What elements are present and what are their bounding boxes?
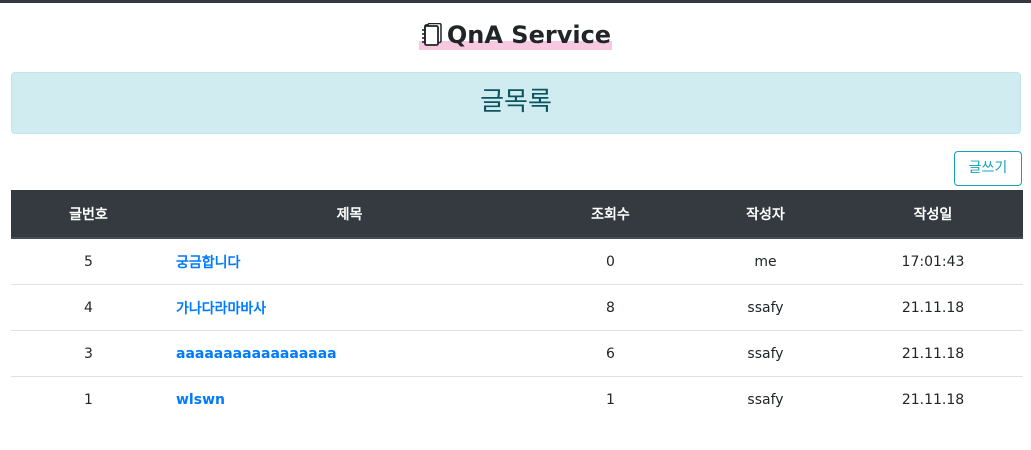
post-author: ssafy <box>688 330 843 377</box>
notebook-icon <box>421 22 442 46</box>
column-header-views: 조회수 <box>533 190 688 239</box>
page-title-text: QnA Service <box>446 21 612 49</box>
post-date: 21.11.18 <box>843 376 1023 422</box>
page-title[interactable]: QnA Service <box>418 20 613 50</box>
table-row: 1 wlswn 1 ssafy 21.11.18 <box>11 376 1023 422</box>
column-header-subject: 제목 <box>166 190 533 239</box>
column-header-no: 글번호 <box>11 190 166 239</box>
list-banner: 글목록 <box>11 72 1021 134</box>
post-number: 1 <box>11 376 166 422</box>
page-header: QnA Service <box>0 3 1031 61</box>
column-header-author: 작성자 <box>688 190 843 239</box>
post-number: 4 <box>11 284 166 331</box>
column-header-date: 작성일 <box>843 190 1023 239</box>
post-subject-link[interactable]: wlswn <box>176 392 225 408</box>
post-subject-link[interactable]: aaaaaaaaaaaaaaaaa <box>176 346 337 362</box>
post-number: 3 <box>11 330 166 377</box>
post-subject-link[interactable]: 가나다라마바사 <box>176 301 266 317</box>
table-header-row: 글번호 제목 조회수 작성자 작성일 <box>11 190 1023 239</box>
post-date: 17:01:43 <box>901 253 965 270</box>
post-author: ssafy <box>688 284 843 331</box>
post-views: 6 <box>533 330 688 377</box>
table-row: 4 가나다라마바사 8 ssafy 21.11.18 <box>11 284 1023 331</box>
table-row: 5 궁금합니다 0 me 17:01:43 <box>11 238 1023 285</box>
post-views: 1 <box>533 376 688 422</box>
post-author: ssafy <box>688 376 843 422</box>
post-subject-link[interactable]: 궁금합니다 <box>176 255 240 271</box>
post-views: 8 <box>533 284 688 331</box>
post-author: me <box>754 253 777 270</box>
write-button[interactable]: 글쓰기 <box>954 151 1022 186</box>
board-table: 글번호 제목 조회수 작성자 작성일 5 궁금합니다 0 me 17:01:43… <box>11 190 1023 422</box>
post-date: 21.11.18 <box>843 284 1023 331</box>
post-number: 5 <box>84 253 93 270</box>
post-date: 21.11.18 <box>843 330 1023 377</box>
table-row: 3 aaaaaaaaaaaaaaaaa 6 ssafy 21.11.18 <box>11 330 1023 377</box>
post-views: 0 <box>606 253 615 270</box>
